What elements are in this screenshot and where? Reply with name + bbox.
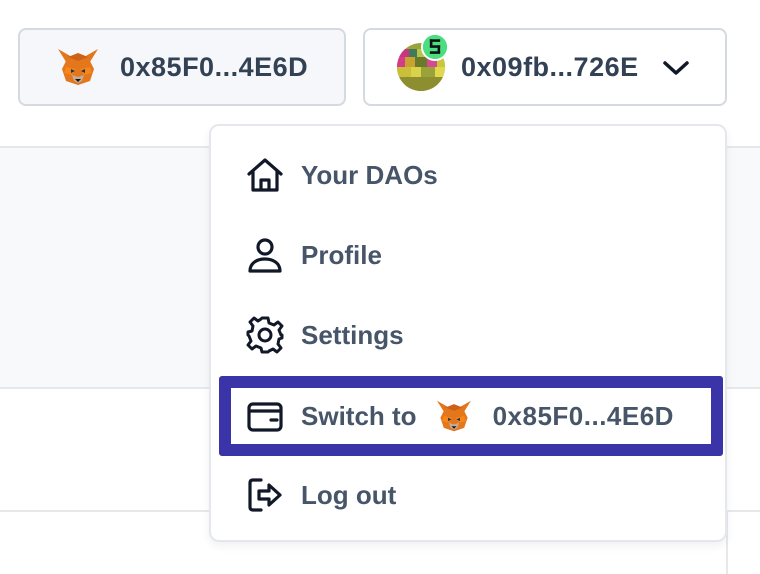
menu-item-switch-wallet[interactable]: Switch to 0x85F0...4E6D — [219, 376, 723, 456]
menu-item-settings[interactable]: Settings — [231, 304, 709, 366]
gear-icon — [243, 313, 287, 357]
menu-item-profile[interactable]: Profile — [231, 224, 709, 286]
menu-item-label: Your DAOs — [301, 159, 438, 190]
menu-item-label: Log out — [301, 479, 397, 510]
account-dropdown-menu: Your DAOs Profile Settings Switch to 0x8… — [209, 124, 727, 542]
identicon-badge — [421, 33, 449, 61]
menu-item-label: Switch to — [301, 400, 417, 431]
secondary-wallet-address: 0x85F0...4E6D — [120, 51, 309, 82]
app-page: 0x85F0...4E6D 0x09fb...726E Your DAOs Pr… — [0, 0, 760, 574]
user-icon — [243, 233, 287, 277]
avatar — [397, 33, 449, 91]
switch-target-address: 0x85F0...4E6D — [492, 400, 674, 431]
menu-item-log-out[interactable]: Log out — [231, 464, 709, 526]
menu-item-your-daos[interactable]: Your DAOs — [231, 144, 709, 206]
metamask-fox-icon — [58, 49, 98, 85]
wallet-icon — [243, 394, 287, 438]
secondary-wallet-button[interactable]: 0x85F0...4E6D — [18, 28, 346, 106]
menu-item-label: Profile — [301, 239, 382, 270]
active-wallet-address: 0x09fb...726E — [461, 51, 639, 82]
home-icon — [243, 153, 287, 197]
account-menu-button[interactable]: 0x09fb...726E — [363, 28, 727, 106]
menu-item-label: Settings — [301, 319, 404, 350]
logout-icon — [243, 473, 287, 517]
metamask-fox-icon — [435, 399, 473, 433]
chevron-down-icon — [663, 61, 689, 75]
